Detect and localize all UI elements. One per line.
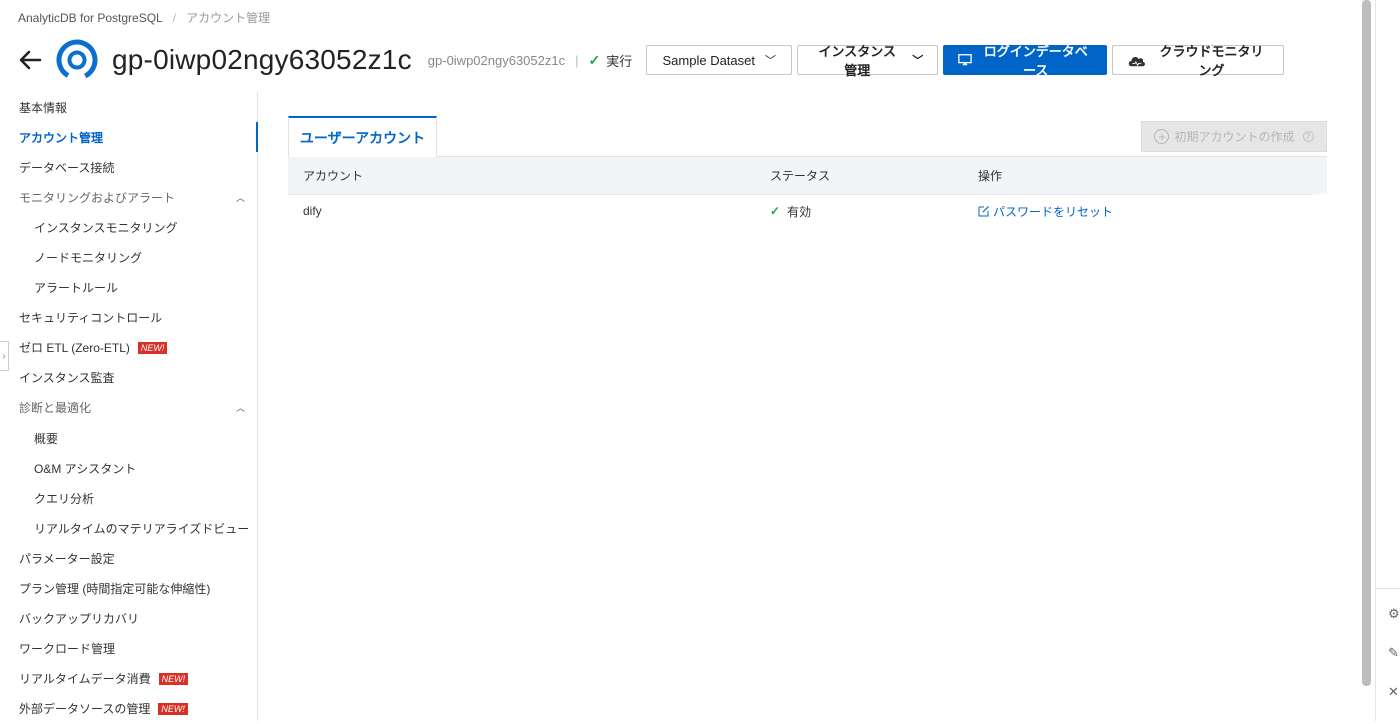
sidebar-item-account-management[interactable]: アカウント管理 <box>0 122 258 153</box>
sidebar-item-label: ワークロード管理 <box>19 642 116 657</box>
sidebar-item-label: 診断と最適化 <box>19 401 92 416</box>
instance-management-label: インスタンス管理 <box>818 44 896 78</box>
sample-dataset-button[interactable]: Sample Dataset ﹀ <box>646 45 793 75</box>
sidebar-item-basic-info[interactable]: 基本情報 <box>0 92 257 122</box>
sidebar-item-label: セキュリティコントロール <box>19 311 163 326</box>
sidebar-item-label: リアルタイムのマテリアライズドビュー <box>34 521 250 536</box>
breadcrumb-current: アカウント管理 <box>186 11 271 25</box>
monitor-icon <box>958 54 973 66</box>
sidebar-item-workload-management[interactable]: ワークロード管理 <box>0 634 257 664</box>
sidebar-item-query-analysis[interactable]: クエリ分析 <box>0 483 257 513</box>
sidebar-item-label: プラン管理 (時間指定可能な伸縮性) <box>19 582 211 597</box>
new-badge: NEW! <box>137 341 168 354</box>
sidebar-item-overview[interactable]: 概要 <box>0 423 257 453</box>
sidebar-item-backup-recovery[interactable]: バックアップリカバリ <box>0 604 257 634</box>
right-panel-divider <box>1376 588 1400 589</box>
sidebar-item-instance-monitoring[interactable]: インスタンスモニタリング <box>0 212 257 242</box>
breadcrumb: AnalyticDB for PostgreSQL / アカウント管理 <box>18 9 270 26</box>
back-arrow-icon[interactable] <box>18 48 42 72</box>
sidebar-item-label: データベース接続 <box>19 160 115 175</box>
sidebar-item-label: パラメーター設定 <box>19 551 115 566</box>
sidebar-item-label: O&M アシスタント <box>34 461 137 476</box>
check-icon: ✓ <box>588 51 601 68</box>
help-icon: ? <box>1302 131 1314 142</box>
instance-header: gp-0iwp02ngy63052z1c gp-0iwp02ngy63052z1… <box>18 39 1338 81</box>
sidebar-item-om-assistant[interactable]: O&M アシスタント <box>0 453 257 483</box>
sidebar-item-node-monitoring[interactable]: ノードモニタリング <box>0 242 257 272</box>
cloud-icon <box>1129 56 1146 66</box>
sidebar-item-label: ノードモニタリング <box>34 251 143 266</box>
login-database-label: ログインデータベース <box>983 44 1088 78</box>
sidebar-item-parameter-settings[interactable]: パラメーター設定 <box>0 543 257 573</box>
breadcrumb-separator: / <box>172 11 177 25</box>
sidebar-item-label: 外部データソースの管理 <box>19 702 151 717</box>
sidebar-collapse-handle[interactable]: › <box>0 341 9 371</box>
edit-icon <box>978 206 989 217</box>
page-title: gp-0iwp02ngy63052z1c <box>112 44 412 75</box>
sidebar-item-label: 基本情報 <box>19 100 68 115</box>
chevron-up-icon: ︿ <box>235 403 245 414</box>
right-panel-divider <box>1375 0 1376 721</box>
sidebar-item-plan-management[interactable]: プラン管理 (時間指定可能な伸縮性) <box>0 574 257 604</box>
create-initial-account-button[interactable]: + 初期アカウントの作成 ? <box>1141 121 1327 152</box>
close-icon[interactable]: ✕ <box>1388 684 1400 699</box>
login-database-button[interactable]: ログインデータベース <box>943 44 1108 78</box>
account-status: ✓ 有効 <box>770 203 978 220</box>
gear-icon[interactable]: ⚙ <box>1388 606 1400 621</box>
tab-user-accounts[interactable]: ユーザーアカウント <box>288 116 437 157</box>
cloud-monitoring-label: クラウドモニタリング <box>1159 44 1264 78</box>
sidebar-item-zero-etl[interactable]: ゼロ ETL (Zero-ETL) NEW! <box>0 333 257 363</box>
account-status-text: 有効 <box>787 204 812 219</box>
sidebar-item-external-data-sources[interactable]: 外部データソースの管理 NEW! <box>0 694 257 724</box>
plus-circle-icon: + <box>1154 129 1170 144</box>
instance-id: gp-0iwp02ngy63052z1c <box>427 52 566 68</box>
chevron-right-icon: › <box>2 350 6 362</box>
sidebar-item-label: バックアップリカバリ <box>19 612 140 627</box>
chevron-down-icon: ﹀ <box>765 55 776 67</box>
sidebar-item-security-control[interactable]: セキュリティコントロール <box>0 303 257 333</box>
table-header: アカウント ステータス 操作 <box>288 156 1327 194</box>
sidebar-item-database-connection[interactable]: データベース接続 <box>0 152 257 182</box>
column-header-account: アカウント <box>303 169 364 183</box>
sidebar-item-label: アラートルール <box>34 281 119 296</box>
sidebar-item-label: クエリ分析 <box>34 491 95 506</box>
breadcrumb-root[interactable]: AnalyticDB for PostgreSQL <box>18 11 163 25</box>
chevron-up-icon: ︿ <box>235 192 245 203</box>
sidebar-item-label: モニタリングおよびアラート <box>19 190 176 205</box>
account-name: dify <box>303 204 322 218</box>
scrollbar[interactable] <box>1362 0 1371 686</box>
reset-password-link[interactable]: パスワードをリセット <box>978 203 1313 220</box>
new-badge: NEW! <box>158 672 189 685</box>
cloud-monitoring-button[interactable]: クラウドモニタリング <box>1112 44 1285 78</box>
create-initial-account-label: 初期アカウントの作成 <box>1174 130 1295 144</box>
analyticdb-logo-icon <box>56 39 98 81</box>
pencil-icon[interactable]: ✎ <box>1388 645 1400 660</box>
sidebar-group-monitoring[interactable]: モニタリングおよびアラート ︿ <box>0 182 257 212</box>
sidebar-item-instance-audit[interactable]: インスタンス監査 <box>0 363 257 393</box>
sidebar-item-label: インスタンスモニタリング <box>34 220 178 235</box>
chevron-down-icon: ﹀ <box>912 55 924 67</box>
table-row: dify ✓ 有効 パスワードをリセット <box>288 194 1313 227</box>
column-header-actions: 操作 <box>978 169 1003 183</box>
sidebar-item-realtime-mv[interactable]: リアルタイムのマテリアライズドビュー <box>0 513 257 543</box>
tab-label: ユーザーアカウント <box>299 129 426 146</box>
status-badge: ✓ 実行 <box>589 51 633 70</box>
sidebar-item-label: インスタンス監査 <box>19 371 115 386</box>
divider: | <box>575 52 579 68</box>
sidebar-item-alert-rules[interactable]: アラートルール <box>0 273 257 303</box>
column-header-status: ステータス <box>770 169 831 183</box>
sidebar-item-label: リアルタイムデータ消費 <box>19 672 151 687</box>
reset-password-label: パスワードをリセット <box>993 204 1114 219</box>
status-text: 実行 <box>606 53 633 69</box>
sidebar-item-realtime-data-consumption[interactable]: リアルタイムデータ消費 NEW! <box>0 664 257 694</box>
sidebar-item-label: ゼロ ETL (Zero-ETL) <box>19 341 130 356</box>
instance-management-button[interactable]: インスタンス管理 ﹀ <box>797 44 939 78</box>
sidebar: 基本情報 アカウント管理 データベース接続 モニタリングおよびアラート ︿ インス… <box>0 92 258 721</box>
check-icon: ✓ <box>770 204 781 218</box>
sidebar-item-label: 概要 <box>34 431 59 446</box>
sidebar-item-label: アカウント管理 <box>19 130 104 145</box>
new-badge: NEW! <box>158 702 188 715</box>
sample-dataset-label: Sample Dataset <box>662 52 756 68</box>
sidebar-group-diagnostics[interactable]: 診断と最適化 ︿ <box>0 393 257 423</box>
